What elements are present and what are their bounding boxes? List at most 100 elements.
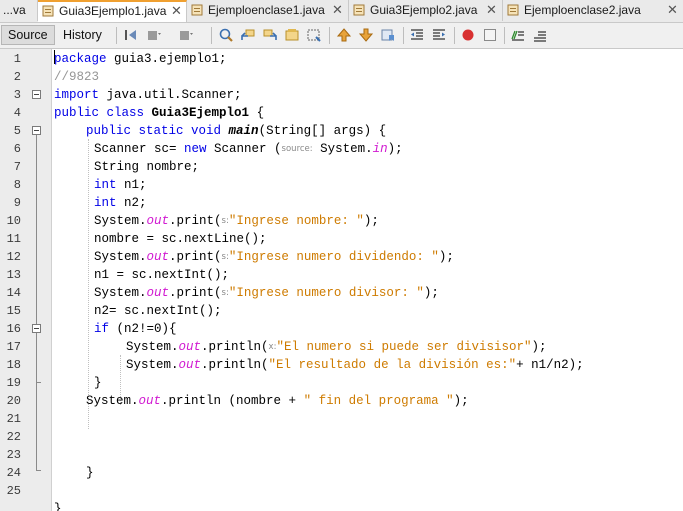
keyword: new <box>184 142 207 156</box>
parameter-hint: source: <box>281 144 313 154</box>
last-edit-icon[interactable] <box>123 27 139 43</box>
fold-collapse-icon[interactable] <box>32 90 41 99</box>
code-text: Scanner ( <box>206 142 282 156</box>
code-line-17: System.out.println(x:"El numero si puede… <box>126 338 547 356</box>
line-number: 21 <box>6 412 21 426</box>
code-editor[interactable]: package guia3.ejemplo1; //9823 import ja… <box>52 49 683 511</box>
find-previous-icon[interactable] <box>240 27 256 43</box>
code-line-24: } <box>86 466 94 480</box>
find-selection-icon[interactable] <box>306 27 322 43</box>
close-tab-icon[interactable]: ✕ <box>332 0 343 20</box>
line-number: 16 <box>6 322 21 336</box>
close-tab-icon[interactable]: ✕ <box>667 0 678 20</box>
tab-overflow[interactable]: ...va <box>0 0 38 21</box>
tab-label: Ejemploenclase2.java <box>524 3 641 17</box>
shift-right-icon[interactable] <box>431 27 447 43</box>
start-macro-icon[interactable] <box>460 27 476 43</box>
fold-end-marker <box>36 470 41 471</box>
static-field: out <box>178 358 202 372</box>
line-number: 10 <box>6 214 21 228</box>
toolbar-divider <box>403 27 404 44</box>
line-number: 8 <box>13 178 21 192</box>
line-number: 13 <box>6 268 21 282</box>
code-text: System. <box>94 214 147 228</box>
line-number: 12 <box>6 250 21 264</box>
line-number: 2 <box>13 70 21 84</box>
uncomment-icon[interactable] <box>532 27 548 43</box>
static-field: out <box>146 286 170 300</box>
fold-collapse-icon[interactable] <box>32 324 41 333</box>
line-number: 22 <box>6 430 21 444</box>
code-line-19: } <box>94 376 102 390</box>
line-number: 24 <box>6 466 21 480</box>
line-number: 1 <box>13 52 21 66</box>
line-number: 23 <box>6 448 21 462</box>
line-number: 7 <box>13 160 21 174</box>
code-text: .println( <box>201 358 269 372</box>
code-text: System. <box>86 394 139 408</box>
string-literal: " fin del programa " <box>303 394 454 408</box>
method-name: main <box>228 124 259 138</box>
back-icon[interactable] <box>146 27 162 43</box>
code-line-16: if (n2!=0){ <box>94 320 177 338</box>
code-line-18: System.out.println("El resultado de la d… <box>126 356 584 374</box>
tab-ejemploenclase2[interactable]: Ejemploenclase2.java ✕ <box>503 0 683 21</box>
code-line-26: } <box>54 502 62 511</box>
history-button[interactable]: History <box>57 25 108 45</box>
java-file-icon <box>191 4 203 16</box>
toggle-bookmark-icon[interactable] <box>380 27 396 43</box>
toggle-highlight-icon[interactable] <box>284 27 300 43</box>
java-file-icon <box>507 4 519 16</box>
fold-end-marker <box>36 382 41 383</box>
code-line-20: System.out.println (nombre + " fin del p… <box>86 392 469 410</box>
tab-guia3ejemplo1[interactable]: Guia3Ejemplo1.java ✕ <box>38 0 187 22</box>
code-line-2: //9823 <box>54 70 100 84</box>
toolbar-divider <box>116 27 117 44</box>
code-line-3: import java.util.Scanner; <box>54 86 242 104</box>
java-file-icon <box>42 5 54 17</box>
code-text: System. <box>126 340 179 354</box>
keyword: public class <box>54 106 145 120</box>
parameter-hint: s: <box>221 216 229 226</box>
java-file-icon <box>353 4 365 16</box>
code-text: System. <box>126 358 179 372</box>
fold-collapse-icon[interactable] <box>32 126 41 135</box>
find-icon[interactable] <box>218 27 234 43</box>
keyword: int <box>94 196 117 210</box>
keyword: if <box>94 322 110 336</box>
indent-guide <box>88 139 89 429</box>
tab-label: Guia3Ejemplo1.java <box>59 4 167 18</box>
string-literal: "Ingrese numero dividendo: " <box>228 250 439 264</box>
code-text: n2; <box>116 196 147 210</box>
stop-macro-icon[interactable] <box>482 27 498 43</box>
fold-guide-line <box>36 135 37 470</box>
code-text: java.util.Scanner; <box>99 88 242 102</box>
forward-icon[interactable] <box>178 27 194 43</box>
shift-left-icon[interactable] <box>409 27 425 43</box>
tab-label: ...va <box>3 3 26 17</box>
find-next-icon[interactable] <box>262 27 278 43</box>
tab-guia3ejemplo2[interactable]: Guia3Ejemplo2.java ✕ <box>349 0 503 21</box>
parameter-hint: s: <box>221 288 229 298</box>
tab-ejemploenclase1[interactable]: Ejemploenclase1.java ✕ <box>187 0 349 21</box>
source-button[interactable]: Source <box>1 25 55 45</box>
keyword: int <box>94 178 117 192</box>
code-line-6: Scanner sc= new Scanner (source: System.… <box>94 140 403 158</box>
code-text: guia3.ejemplo1; <box>106 52 227 66</box>
line-number: 11 <box>6 232 21 246</box>
code-text: .println (nombre + <box>161 394 304 408</box>
next-bookmark-icon[interactable] <box>358 27 374 43</box>
code-text: { <box>249 106 265 120</box>
tab-label: Ejemploenclase1.java <box>208 3 325 17</box>
line-number: 19 <box>6 376 21 390</box>
code-text: System. <box>94 286 147 300</box>
code-text: ); <box>531 340 547 354</box>
editor-tab-bar: ...va Guia3Ejemplo1.java ✕ Ejemploenclas… <box>0 0 683 23</box>
code-text: + n1/n2); <box>516 358 584 372</box>
keyword: import <box>54 88 100 102</box>
previous-bookmark-icon[interactable] <box>336 27 352 43</box>
comment-icon[interactable] <box>510 27 526 43</box>
static-field: in <box>372 142 388 156</box>
close-tab-icon[interactable]: ✕ <box>171 2 182 20</box>
close-tab-icon[interactable]: ✕ <box>486 0 497 20</box>
